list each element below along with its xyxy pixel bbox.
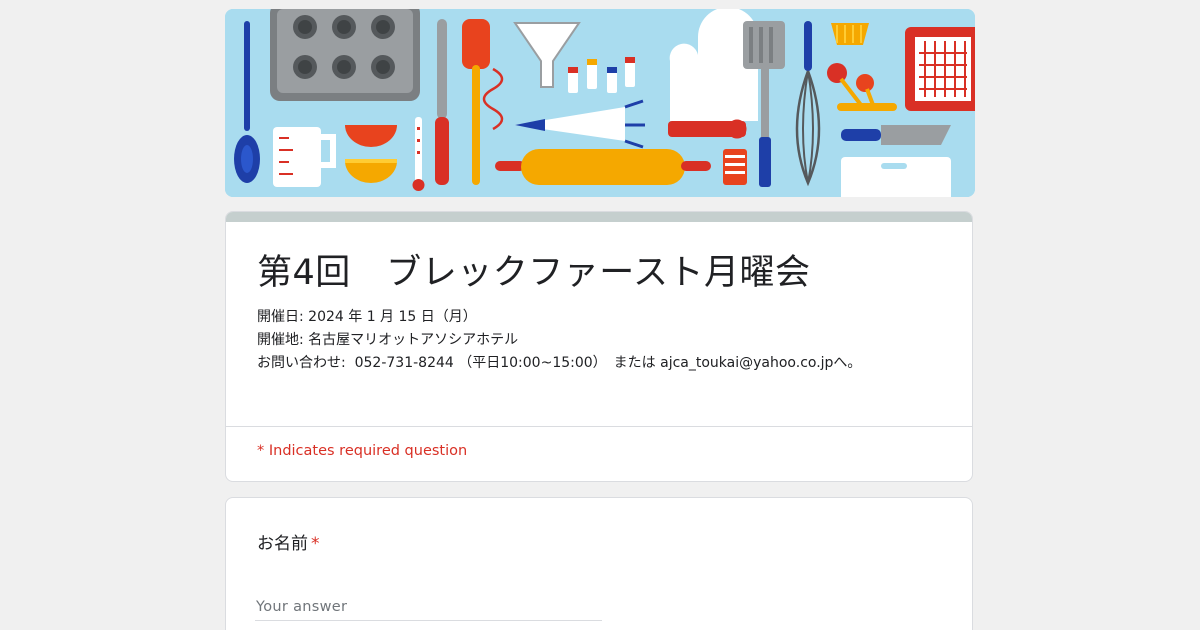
description-contact: お問い合わせ: 052-731-8244 （平日10:00~15:00） または… (257, 355, 862, 371)
question-label: お名前 * (257, 529, 320, 554)
title-accent-bar (226, 212, 972, 222)
required-asterisk: * (311, 534, 320, 554)
question-title: お名前 (257, 534, 308, 554)
rolling-pin-icon (495, 149, 711, 185)
answer-input[interactable] (255, 594, 602, 621)
pastry-brush-icon (723, 149, 747, 185)
question-card-name: お名前 * (225, 497, 973, 630)
cupcake-liner-icon (831, 23, 869, 45)
knife-icon (435, 19, 449, 185)
description-venue: 開催地: 名古屋マリオットアソシアホテル (257, 332, 519, 348)
header-divider (226, 426, 972, 427)
form-title: 第4回 ブレックファースト月曜会 (257, 253, 811, 293)
muffin-tray-icon (270, 9, 420, 101)
cutting-board-icon (841, 157, 951, 197)
required-question-note: * Indicates required question (257, 443, 468, 459)
cooling-rack-icon (905, 27, 975, 111)
form-header-card: 第4回 ブレックファースト月曜会 開催日: 2024 年 1 月 15 日（月）… (225, 211, 973, 482)
description-date: 開催日: 2024 年 1 月 15 日（月） (257, 309, 477, 325)
form-description: 開催日: 2024 年 1 月 15 日（月） 開催地: 名古屋マリオットアソシ… (257, 306, 861, 375)
header-banner (225, 9, 975, 197)
form-page: 第4回 ブレックファースト月曜会 開催日: 2024 年 1 月 15 日（月）… (0, 0, 1200, 630)
